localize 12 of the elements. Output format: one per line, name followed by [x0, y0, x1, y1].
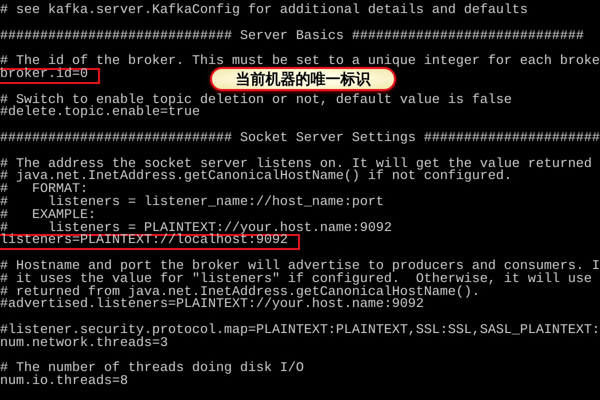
callout-bubble: 当前机器的唯一标识	[210, 67, 396, 91]
code-line: ############################# Socket Server Settings ######################	[0, 132, 600, 146]
highlighted-code-line: broker.id=0	[0, 68, 100, 84]
code-line: num.network.threads=3	[0, 338, 168, 351]
code-line: # see kafka.server.KafkaConfig for additional details and defaults	[0, 5, 528, 18]
code-line: ############################# Server Basics #############################	[0, 30, 584, 44]
highlighted-code-line: listeners=PLAINTEXT://localhost:9092	[0, 234, 300, 250]
code-line: #delete.topic.enable=true	[0, 107, 200, 120]
code-line: num.io.threads=8	[0, 376, 128, 389]
code-line: # listeners = listener_name://host_name:port	[0, 196, 384, 210]
code-line: # java.net.InetAddress.getCanonicalHostName() if not configured.	[0, 171, 512, 184]
code-line: #advertised.listeners=PLAINTEXT://your.host.name:9092	[0, 299, 424, 312]
